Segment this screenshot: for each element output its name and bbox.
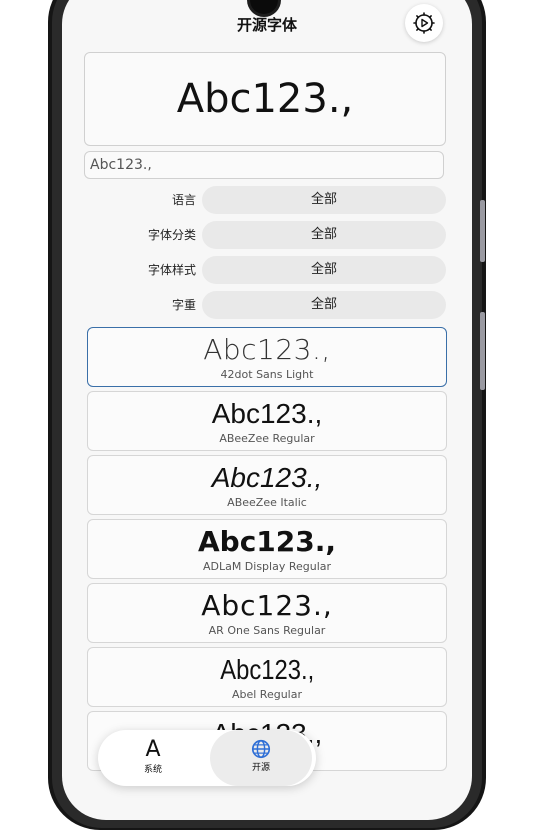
font-sample: Abc123., — [211, 398, 323, 429]
font-sample: Abc123., — [203, 333, 331, 366]
font-item-adlam-display-regular[interactable]: Abc123., ADLaM Display Regular — [87, 519, 447, 579]
font-name: ABeeZee Italic — [227, 496, 307, 509]
filter-label: 字体样式 — [147, 263, 196, 277]
font-sample: Abc123., — [220, 654, 314, 685]
font-sample: Abc123., — [197, 525, 337, 558]
font-name: 42dot Sans Light — [220, 368, 314, 381]
font-sample: Abc123., — [201, 589, 333, 622]
filter-language: 语言 全部 — [82, 186, 446, 214]
app-content: 开源字体 Abc123., 语言 全部 字体分类 全部 — [62, 0, 472, 820]
font-item-abeezee-regular[interactable]: Abc123., ABeeZee Regular — [87, 391, 447, 451]
font-name: Abel Regular — [231, 688, 303, 701]
globe-icon — [251, 739, 271, 759]
style-select[interactable]: 全部 — [202, 256, 446, 284]
font-name: AR One Sans Regular — [208, 624, 326, 637]
nav-open-source-tab[interactable]: 开源 — [210, 730, 312, 786]
font-item-42dot-sans-light[interactable]: Abc123., 42dot Sans Light — [87, 327, 447, 387]
nav-open-source-label: 开源 — [251, 763, 270, 773]
font-item-abel-regular[interactable]: Abc123., Abel Regular — [87, 647, 447, 707]
font-name: ADLaM Display Regular — [202, 560, 332, 573]
filter-category: 字体分类 全部 — [82, 221, 446, 249]
font-item-abeezee-italic[interactable]: Abc123., ABeeZee Italic — [87, 455, 447, 515]
nav-system-tab[interactable]: A 系统 — [102, 730, 204, 786]
font-a-icon: A — [145, 737, 161, 762]
weight-select[interactable]: 全部 — [202, 291, 446, 319]
filter-weight: 字重 全部 — [82, 291, 446, 319]
volume-button — [480, 200, 485, 262]
filter-label: 字重 — [171, 298, 196, 312]
preview-sample-text: Abc123., — [176, 76, 354, 122]
nav-system-label: 系统 — [143, 765, 162, 775]
category-select[interactable]: 全部 — [202, 221, 446, 249]
filter-style: 字体样式 全部 — [82, 256, 446, 284]
filter-label: 语言 — [171, 193, 196, 207]
font-sample: Abc123., — [211, 462, 323, 493]
font-name: ABeeZee Regular — [219, 432, 315, 445]
power-button — [480, 312, 485, 390]
sample-text-input[interactable] — [84, 151, 444, 179]
filter-label: 字体分类 — [147, 228, 196, 242]
preview-panel: Abc123., — [84, 52, 446, 146]
app-screen: 开源字体 Abc123., 语言 全部 字体分类 全部 — [62, 0, 472, 820]
language-select[interactable]: 全部 — [202, 186, 446, 214]
bottom-navigation: A 系统 开源 — [98, 730, 316, 786]
settings-button[interactable] — [405, 4, 443, 42]
font-item-ar-one-sans-regular[interactable]: Abc123., AR One Sans Regular — [87, 583, 447, 643]
gear-icon — [413, 12, 435, 34]
